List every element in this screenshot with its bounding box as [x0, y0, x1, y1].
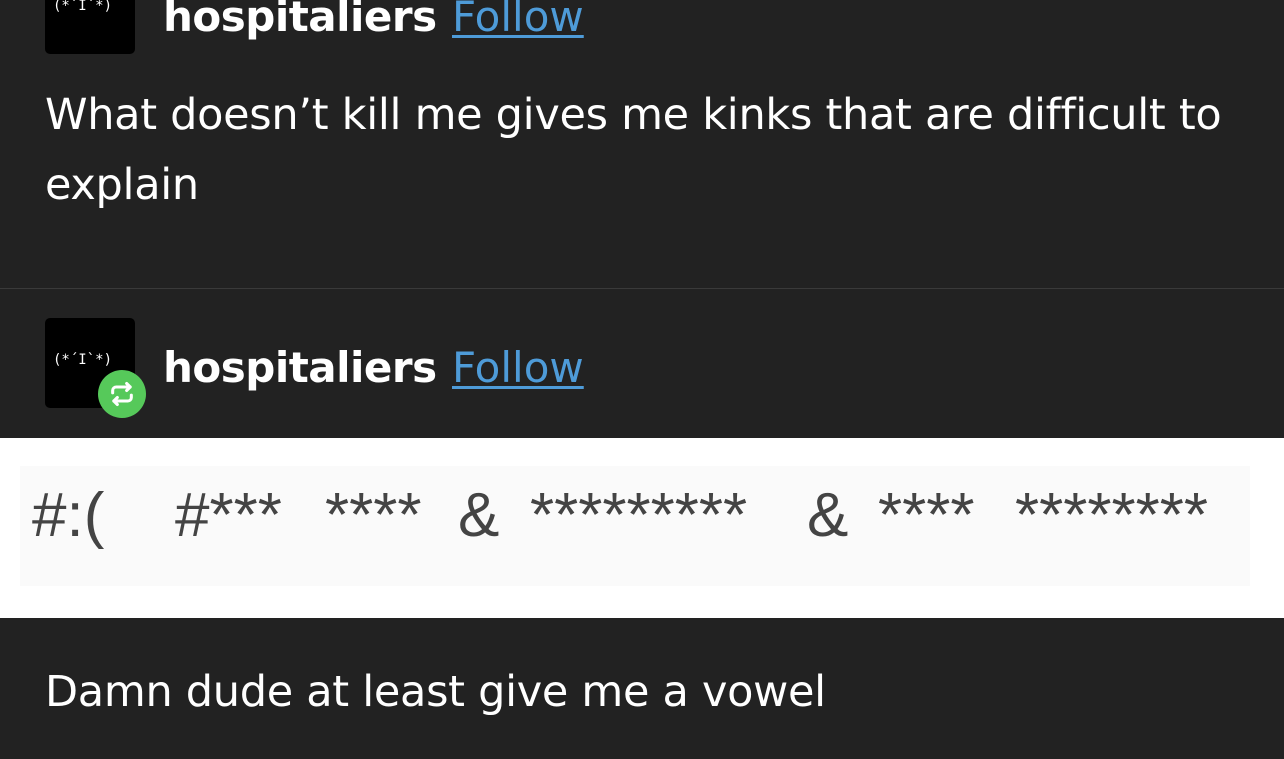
follow-link[interactable]: Follow [452, 0, 584, 41]
avatar[interactable]: (*´I`*) [45, 0, 135, 54]
image-token: ******** [1015, 481, 1209, 550]
image-token: #:( [32, 481, 105, 550]
avatar-face-text: (*´I`*) [53, 352, 113, 368]
image-token: ********* [530, 481, 748, 550]
follow-link[interactable]: Follow [452, 343, 584, 392]
image-token: & [807, 481, 849, 550]
image-token: & [458, 481, 500, 550]
image-token: #*** [175, 481, 282, 550]
post-username[interactable]: hospitaliers [163, 343, 437, 392]
post-divider [0, 288, 1284, 289]
post-text: Damn dude at least give me a vowel [45, 667, 826, 717]
post-image: #:( #*** **** & ********* & **** *******… [0, 438, 1284, 618]
repeat-icon [98, 370, 146, 418]
image-token: **** [325, 481, 422, 550]
post-username[interactable]: hospitaliers [163, 0, 437, 41]
censored-text-image: #:( #*** **** & ********* & **** *******… [20, 466, 1250, 586]
avatar-face-text: (*´I`*) [53, 0, 113, 14]
post-text: What doesn’t kill me gives me kinks that… [45, 90, 1222, 210]
image-token: **** [878, 481, 975, 550]
